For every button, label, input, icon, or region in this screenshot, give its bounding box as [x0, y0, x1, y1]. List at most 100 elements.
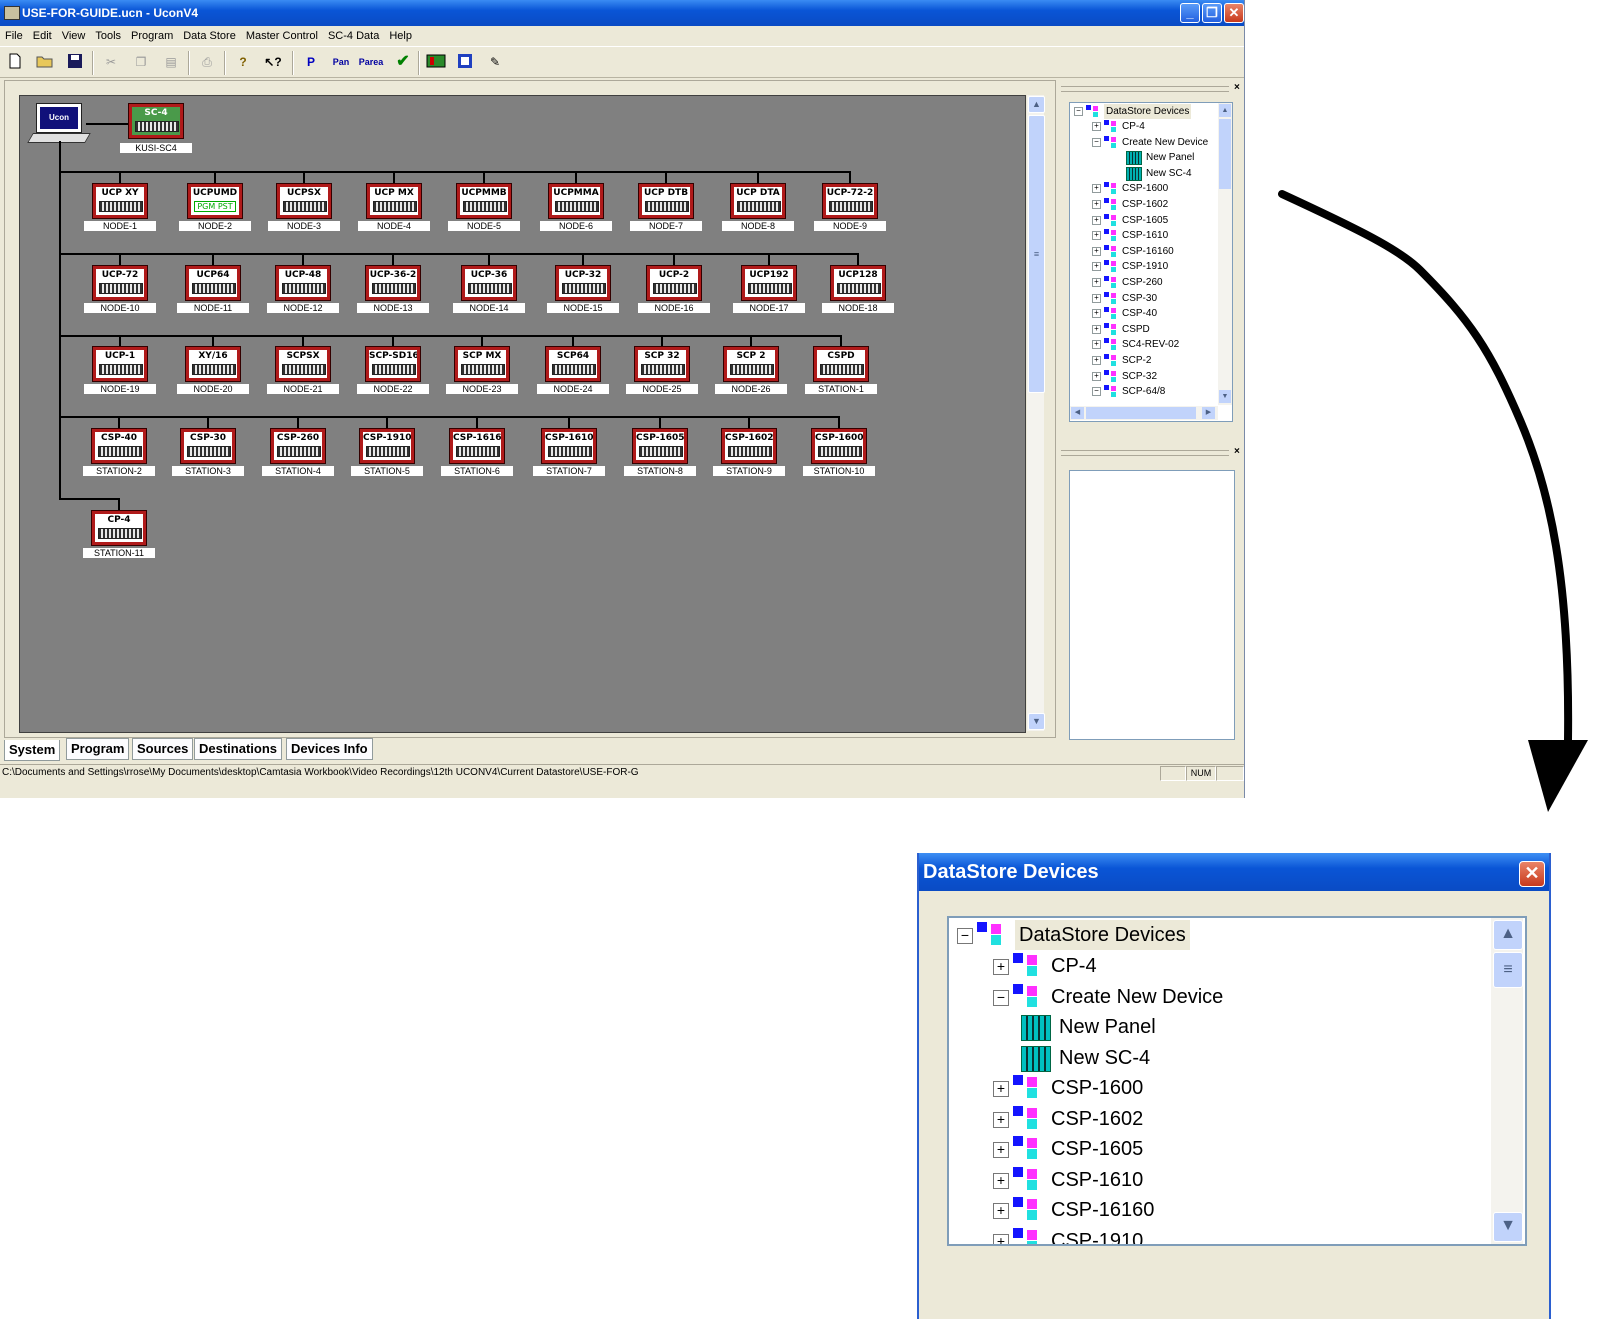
panel-icon[interactable]	[426, 53, 446, 71]
device-ucp-dtb[interactable]: UCP DTB	[638, 183, 694, 219]
tree-item-sc4-rev-02[interactable]: + SC4-REV-02	[1070, 337, 1230, 352]
scroll-thumb[interactable]: ≡	[1028, 115, 1045, 393]
expand-toggle-icon[interactable]: +	[993, 1233, 1009, 1244]
device-csp-40[interactable]: CSP-40	[91, 428, 147, 464]
expand-toggle-icon[interactable]: +	[1092, 324, 1101, 334]
device-ucp128[interactable]: UCP128	[830, 265, 886, 301]
check-icon[interactable]: ✔	[394, 53, 412, 71]
menu-master-control[interactable]: Master Control	[241, 26, 323, 42]
tree-item-scp-2[interactable]: + SCP-2	[1070, 353, 1230, 368]
zoom-tree-item-csp-1610[interactable]: + CSP-1610	[949, 1165, 1489, 1195]
tree-item-csp-30[interactable]: + CSP-30	[1070, 291, 1230, 306]
tree-item-csp-1605[interactable]: + CSP-1605	[1070, 213, 1230, 228]
system-diagram-canvas[interactable]: Ucon SC-4 KUSI-SC4 UCP XY NODE-1 UCPUMD PGM PS…	[19, 95, 1026, 733]
device-scp-sd16[interactable]: SCP-SD16	[365, 346, 421, 382]
menu-data-store[interactable]: Data Store	[178, 26, 241, 42]
controller-sc-4[interactable]: SC-4	[128, 103, 184, 139]
tree-item-new-sc-4[interactable]: New SC-4	[1070, 166, 1230, 181]
expand-toggle-icon[interactable]: +	[1092, 278, 1101, 287]
program-icon[interactable]: P	[302, 53, 320, 71]
scroll-left-arrow[interactable]: ◀	[1071, 407, 1084, 419]
tree-item-cspd[interactable]: + CSPD	[1070, 322, 1230, 337]
scroll-up-arrow[interactable]: ▲	[1219, 104, 1231, 117]
help-icon[interactable]: ?	[234, 53, 252, 71]
device-ucpumd[interactable]: UCPUMD PGM PST	[187, 183, 243, 219]
tab-program[interactable]: Program	[66, 738, 130, 760]
zoom-tree-item-csp-1910[interactable]: + CSP-1910	[949, 1226, 1489, 1244]
expand-toggle-icon[interactable]: +	[1092, 122, 1101, 131]
datastore-tree[interactable]: − DataStore Devices + CP-4− Create New Devic…	[1069, 102, 1233, 422]
expand-toggle-icon[interactable]: +	[993, 1142, 1009, 1158]
device-csp-260[interactable]: CSP-260	[270, 428, 326, 464]
device-xy-16[interactable]: XY/16	[185, 346, 241, 382]
device-ucp-2[interactable]: UCP-2	[646, 265, 702, 301]
tree-item-csp-260[interactable]: + CSP-260	[1070, 275, 1230, 290]
expand-toggle-icon[interactable]: +	[1092, 356, 1101, 365]
device-ucpsx[interactable]: UCPSX	[276, 183, 332, 219]
tree-item-csp-1610[interactable]: + CSP-1610	[1070, 228, 1230, 243]
expand-toggle-icon[interactable]: +	[993, 1111, 1009, 1128]
device-scpsx[interactable]: SCPSX	[275, 346, 331, 382]
open-folder-icon[interactable]	[36, 53, 54, 71]
tab-destinations[interactable]: Destinations	[194, 738, 283, 760]
device-ucpmmb[interactable]: UCPMMB	[456, 183, 512, 219]
tree-vertical-scrollbar[interactable]: ▲ ▼	[1218, 103, 1232, 405]
tree-root[interactable]: − DataStore Devices	[1070, 104, 1230, 119]
device-ucp-1[interactable]: UCP-1	[92, 346, 148, 382]
paste-icon[interactable]: ▤	[162, 53, 180, 71]
tree-item-csp-1600[interactable]: + CSP-1600	[1070, 181, 1230, 196]
device-ucp-32[interactable]: UCP-32	[555, 265, 611, 301]
device-cp-4[interactable]: CP-4	[91, 510, 147, 546]
expand-toggle-icon[interactable]: −	[1092, 387, 1101, 397]
expand-toggle-icon[interactable]: +	[1092, 293, 1101, 303]
minimize-button[interactable]: _	[1180, 3, 1200, 23]
tree-item-csp-1602[interactable]: + CSP-1602	[1070, 197, 1230, 212]
expand-toggle-icon[interactable]: +	[1092, 200, 1101, 209]
scroll-down-arrow[interactable]: ▼	[1219, 390, 1231, 403]
device-scp-32[interactable]: SCP 32	[634, 346, 690, 382]
context-help-icon[interactable]: ↖?	[264, 53, 282, 71]
pane-close-icon[interactable]: ×	[1234, 82, 1240, 93]
expand-toggle-icon[interactable]: +	[1092, 246, 1101, 256]
expand-toggle-icon[interactable]: +	[993, 1203, 1009, 1219]
menu-program[interactable]: Program	[126, 26, 178, 42]
scroll-down-arrow[interactable]: ▼	[1493, 1212, 1523, 1242]
zoom-tree-item-csp-16160[interactable]: + CSP-16160	[949, 1195, 1489, 1225]
tree-item-scp-32[interactable]: + SCP-32	[1070, 369, 1230, 384]
expand-toggle-icon[interactable]: −	[1092, 137, 1101, 147]
zoomed-datastore-tree[interactable]: − DataStore Devices + CP-4 − Create New Devic…	[947, 916, 1527, 1246]
lower-pane-close-icon[interactable]: ×	[1234, 446, 1240, 457]
expand-toggle-icon[interactable]: −	[993, 989, 1009, 1006]
zoom-tree-item-cp-4[interactable]: + CP-4	[949, 951, 1489, 981]
tab-devices-info[interactable]: Devices Info	[286, 738, 373, 760]
menu-edit[interactable]: Edit	[28, 26, 57, 42]
close-button[interactable]: ✕	[1224, 3, 1244, 23]
device-csp-1605[interactable]: CSP-1605	[632, 428, 688, 464]
device-csp-30[interactable]: CSP-30	[180, 428, 236, 464]
diagram-vertical-scrollbar[interactable]: ▲ ≡ ▼	[1027, 95, 1045, 731]
title-bar[interactable]: USE-FOR-GUIDE.ucn - UconV4 _ ❐ ✕	[0, 0, 1244, 26]
expand-toggle-icon[interactable]: +	[993, 1081, 1009, 1097]
tree-item-scp-64-8[interactable]: − SCP-64/8	[1070, 384, 1230, 399]
scroll-thumb[interactable]	[1219, 119, 1231, 189]
device-csp-1602[interactable]: CSP-1602	[721, 428, 777, 464]
device-ucp-72[interactable]: UCP-72	[92, 265, 148, 301]
parea-icon[interactable]: Parea	[358, 53, 384, 71]
expand-toggle-icon[interactable]: −	[957, 928, 973, 944]
cut-icon[interactable]: ✂	[102, 53, 120, 71]
copy-icon[interactable]: ❐	[132, 53, 150, 71]
zoom-tree-item-csp-1605[interactable]: + CSP-1605	[949, 1134, 1489, 1164]
device-ucp-36[interactable]: UCP-36	[461, 265, 517, 301]
scroll-right-arrow[interactable]: ▶	[1202, 407, 1215, 419]
tree-item-csp-40[interactable]: + CSP-40	[1070, 306, 1230, 321]
zoom-tree-item-new-panel[interactable]: New Panel	[949, 1012, 1489, 1042]
new-file-icon[interactable]	[6, 53, 24, 71]
restore-button[interactable]: ❐	[1202, 3, 1222, 23]
device-csp-1910[interactable]: CSP-1910	[359, 428, 415, 464]
zoom-tree-root[interactable]: − DataStore Devices	[949, 920, 1489, 950]
zoom-tree-item-new-sc-4[interactable]: New SC-4	[949, 1043, 1489, 1073]
zoom-close-button[interactable]: ✕	[1519, 861, 1545, 887]
print-icon[interactable]: ⎙	[198, 53, 216, 71]
expand-toggle-icon[interactable]: +	[1092, 262, 1101, 272]
device-ucp-48[interactable]: UCP-48	[275, 265, 331, 301]
